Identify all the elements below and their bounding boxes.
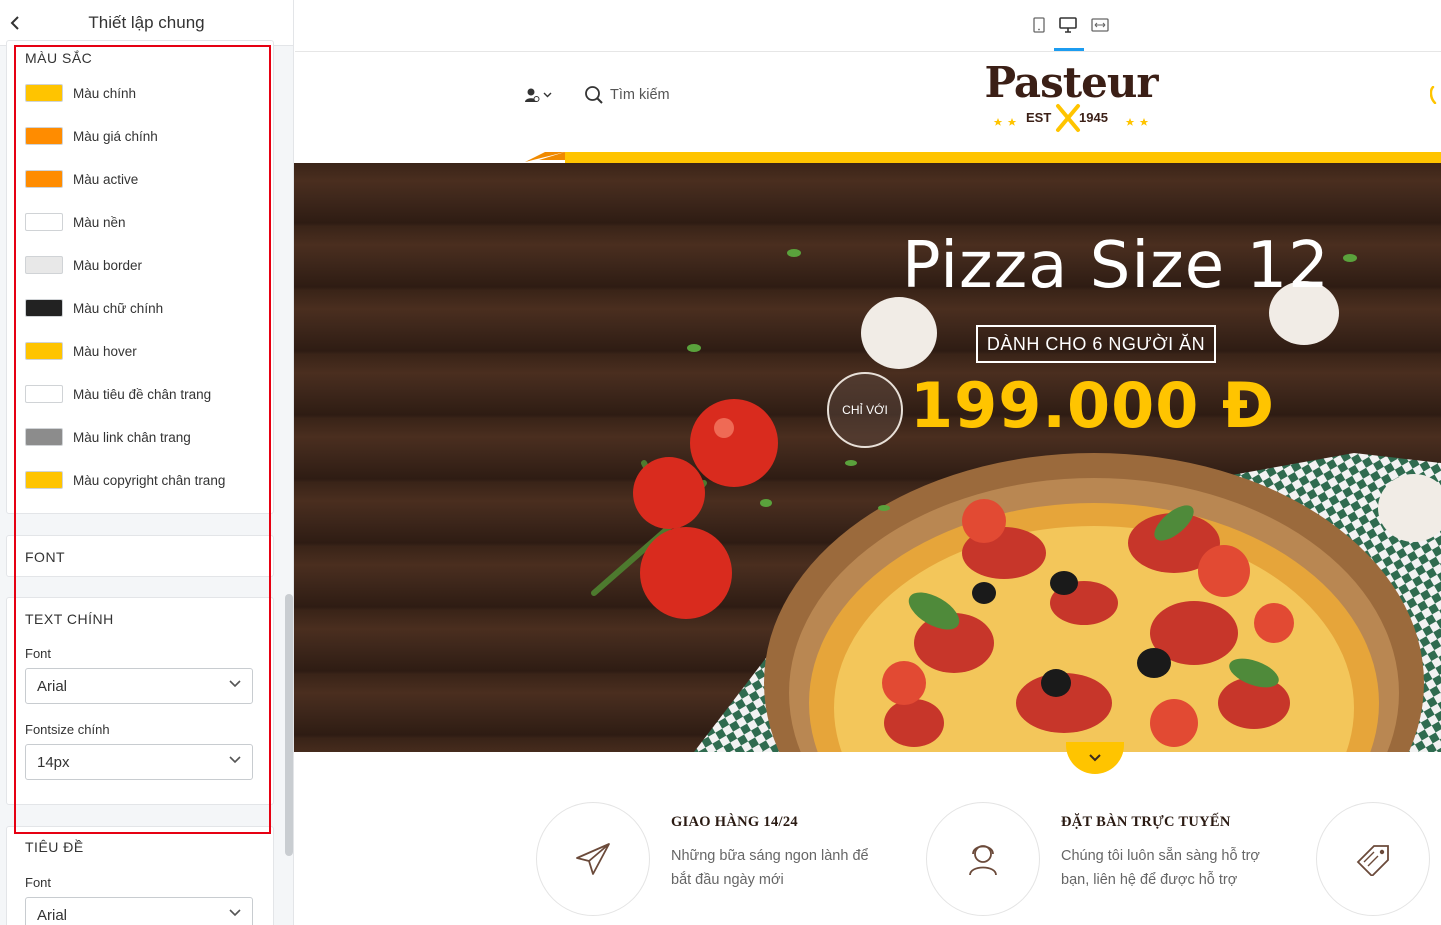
highlight-box <box>14 45 271 834</box>
feature-title: GIAO HÀNG 14/24 <box>671 814 798 830</box>
chevron-down-icon <box>229 909 241 917</box>
feature-title: ĐẶT BÀN TRỰC TUYẾN <box>1061 814 1231 830</box>
feature-icon-circle <box>536 802 650 916</box>
paper-plane-icon <box>576 843 610 875</box>
hero-banner[interactable]: Pizza Size 12 DÀNH CHO 6 NGƯỜI ĂN CHỈ VỚ… <box>294 163 1441 752</box>
sidebar-scrollbar[interactable] <box>285 48 293 925</box>
phone-icon[interactable] <box>1430 86 1441 104</box>
feature-desc: Những bữa sáng ngon lành để bắt đầu ngày… <box>671 848 869 888</box>
heading-section-title: TIÊU ĐỀ <box>25 839 84 855</box>
preview-toolbar <box>295 0 1441 52</box>
mobile-view-button[interactable] <box>1028 14 1050 36</box>
search-link[interactable]: Tìm kiếm <box>584 85 670 105</box>
support-person-icon <box>969 845 997 876</box>
desktop-icon <box>1059 17 1077 33</box>
logo-est: EST <box>1026 110 1052 125</box>
feature-desc: Chúng tôi luôn sẵn sàng hỗ trợ bạn, liên… <box>1061 848 1260 888</box>
editor-app: Thiết lập chung MÀU SẮC Màu chính Màu giá… <box>0 0 1441 925</box>
hero-price: 199.000 Đ <box>910 369 1275 442</box>
logo-year: 1945 <box>1079 110 1108 125</box>
site-header <box>295 53 1441 163</box>
user-icon <box>525 88 540 102</box>
search-icon <box>585 86 603 104</box>
heading-font-select[interactable]: Arial <box>25 897 253 925</box>
site-logo[interactable]: Pasteur EST 1945 <box>978 58 1164 134</box>
hero-title: Pizza Size 12 <box>902 229 1330 303</box>
hero-badge: CHỈ VỚI <box>827 372 903 448</box>
scroll-down-button[interactable] <box>1066 742 1124 774</box>
account-menu[interactable] <box>524 83 554 107</box>
desktop-view-button[interactable] <box>1057 14 1079 36</box>
heading-font-value: Arial <box>37 906 68 924</box>
price-tag-icon <box>1356 845 1389 876</box>
feature-icon-circle <box>1316 802 1430 916</box>
crossed-utensils-icon <box>993 104 1149 132</box>
heading-card: TIÊU ĐỀ Font Arial <box>6 826 274 925</box>
scrollbar-thumb[interactable] <box>285 594 293 856</box>
feature-icon-circle <box>926 802 1040 916</box>
active-device-indicator <box>1054 48 1084 51</box>
chevron-down-icon <box>1089 754 1101 762</box>
sidebar-title: Thiết lập chung <box>88 13 205 32</box>
hero-serving-box: DÀNH CHO 6 NGƯỜI ĂN <box>976 325 1216 363</box>
chevron-down-icon <box>543 92 552 98</box>
fullwidth-icon <box>1091 18 1109 32</box>
fullwidth-view-button[interactable] <box>1089 14 1111 36</box>
mobile-icon <box>1033 17 1045 33</box>
search-label: Tìm kiếm <box>610 87 670 103</box>
heading-font-label: Font <box>25 875 52 890</box>
